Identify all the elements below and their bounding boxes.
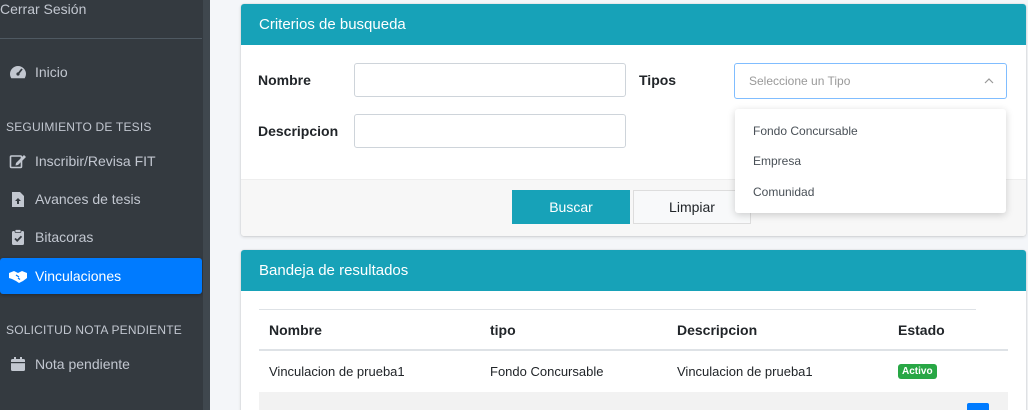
tipos-option[interactable]: Empresa <box>753 154 801 168</box>
cell-nombre: Vinculacion de prueba1 <box>269 364 405 379</box>
table-row-striped <box>259 392 1008 410</box>
sidebar-item-label: Bitacoras <box>35 229 94 245</box>
logout-link[interactable]: Cerrar Sesión <box>0 0 86 18</box>
descripcion-label: Descripcion <box>258 123 339 139</box>
table-top-border <box>259 309 976 310</box>
sidebar-item-avances[interactable]: Avances de tesis <box>0 181 202 217</box>
sidebar-item-bitacoras[interactable]: Bitacoras <box>0 219 202 255</box>
status-badge: Activo <box>898 364 937 379</box>
sidebar-item-inscribir[interactable]: Inscribir/Revisa FIT <box>0 143 202 179</box>
sidebar-item-label: Inscribir/Revisa FIT <box>35 153 156 169</box>
buscar-button[interactable]: Buscar <box>512 190 630 224</box>
tipos-option[interactable]: Fondo Concursable <box>753 124 858 138</box>
sidebar-item-inicio[interactable]: Inicio <box>0 54 202 90</box>
tipos-select[interactable]: Seleccione un Tipo <box>734 63 1007 99</box>
sidebar-item-label: Avances de tesis <box>35 191 141 207</box>
cell-tipo: Fondo Concursable <box>490 364 604 379</box>
sidebar-divider <box>0 38 202 39</box>
edit-icon <box>8 152 28 170</box>
pagination-button[interactable] <box>967 403 989 410</box>
column-header-descripcion: Descripcion <box>677 322 758 338</box>
results-card-title: Bandeja de resultados <box>259 262 409 279</box>
file-upload-icon <box>8 190 28 208</box>
table-header-border <box>259 349 1008 351</box>
clipboard-check-icon <box>8 228 28 246</box>
nav-header-seguimiento: SEGUIMIENTO DE TESIS <box>6 120 152 134</box>
tachometer-icon <box>8 63 28 81</box>
search-card-title: Criterios de busqueda <box>259 16 406 33</box>
sidebar-item-label: Inicio <box>35 64 68 80</box>
column-header-tipo: tipo <box>490 322 516 338</box>
nombre-input[interactable] <box>354 63 626 97</box>
column-header-nombre: Nombre <box>269 322 322 338</box>
tipos-dropdown-menu: Fondo Concursable Empresa Comunidad <box>735 109 1006 213</box>
sidebar-item-vinculaciones[interactable]: Vinculaciones <box>0 258 202 294</box>
cell-descripcion: Vinculacion de prueba1 <box>677 364 813 379</box>
results-card-header: Bandeja de resultados <box>241 250 1026 291</box>
tipos-label: Tipos <box>639 72 677 88</box>
limpiar-button[interactable]: Limpiar <box>633 190 751 224</box>
sidebar: Cerrar Sesión Inicio SEGUIMIENTO DE TESI… <box>0 0 210 410</box>
results-card: Bandeja de resultados Nombre tipo Descri… <box>241 250 1026 410</box>
chevron-up-icon <box>984 75 994 89</box>
calendar-icon <box>8 355 28 373</box>
sidebar-item-nota-pendiente[interactable]: Nota pendiente <box>0 346 202 382</box>
search-card-header: Criterios de busqueda <box>241 4 1026 45</box>
tipos-placeholder: Seleccione un Tipo <box>749 74 851 88</box>
tipos-option[interactable]: Comunidad <box>753 185 814 199</box>
column-header-estado: Estado <box>898 322 945 338</box>
sidebar-item-label: Nota pendiente <box>35 356 130 372</box>
descripcion-input[interactable] <box>354 114 626 148</box>
sidebar-scrollbar[interactable] <box>203 0 210 410</box>
nav-header-solicitud: SOLICITUD NOTA PENDIENTE <box>6 323 182 337</box>
sidebar-item-label: Vinculaciones <box>35 268 122 284</box>
handshake-icon <box>8 267 28 285</box>
nombre-label: Nombre <box>258 72 311 88</box>
